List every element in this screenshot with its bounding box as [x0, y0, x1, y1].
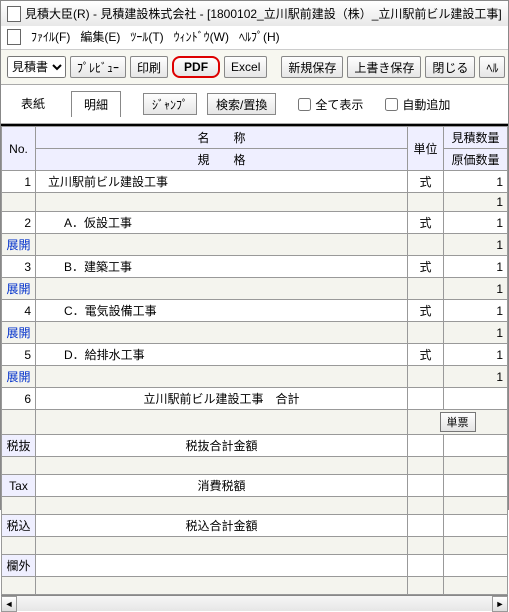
horizontal-scrollbar[interactable]: ◄ ► [1, 595, 508, 611]
row-name: 立川駅前ビル建設工事 合計 [36, 388, 408, 410]
find-replace-button[interactable]: 検索/置換 [207, 93, 276, 115]
menu-help[interactable]: ﾍﾙﾌﾟ(H) [239, 28, 280, 45]
expand-button[interactable]: 展開 [2, 278, 36, 300]
tax-text: 消費税額 [36, 475, 408, 497]
row-qty: 1 [444, 344, 508, 366]
row-qty: 1 [444, 171, 508, 193]
table-row-sub[interactable]: 展開1 [2, 278, 508, 300]
save-new-button[interactable]: 新規保存 [281, 56, 343, 78]
pdf-button[interactable]: PDF [172, 56, 220, 78]
window-title: 見積大臣(R) - 見積建設株式会社 - [1800102_立川駅前建設（株）_… [25, 5, 502, 22]
estimate-grid: No. 名 称 単位 見積数量 規 格 原価数量 1 立川駅前ビル建設工事 式 … [1, 126, 508, 595]
header-name: 名 称 [36, 127, 408, 149]
row-name: A．仮設工事 [36, 212, 408, 234]
document-icon [7, 29, 21, 45]
tab-cover[interactable]: 表紙 [9, 91, 57, 117]
table-row[interactable]: 5 D．給排水工事 式 1 [2, 344, 508, 366]
table-row-sub[interactable]: 1 [2, 193, 508, 212]
tab-detail[interactable]: 明細 [71, 91, 121, 117]
row-qty: 1 [444, 212, 508, 234]
table-row[interactable]: 2 A．仮設工事 式 1 [2, 212, 508, 234]
row-no: 4 [2, 300, 36, 322]
expand-button[interactable]: 展開 [2, 366, 36, 388]
zeikomi-text: 税込合計金額 [36, 515, 408, 537]
row-no: 5 [2, 344, 36, 366]
total-row-zeikomi: 税込 税込合計金額 [2, 515, 508, 537]
header-unit: 単位 [408, 127, 444, 171]
row-unit: 式 [408, 256, 444, 278]
zeinuki-text: 税抜合計金額 [36, 435, 408, 457]
save-overwrite-button[interactable]: 上書き保存 [347, 56, 421, 78]
zeikomi-label: 税込 [2, 515, 36, 537]
excel-button[interactable]: Excel [224, 56, 267, 78]
header-qty-cost: 原価数量 [444, 149, 508, 171]
sub-bar: 表紙 明細 ｼﾞｬﾝﾌﾟ 検索/置換 全て表示 自動追加 [1, 85, 508, 124]
zeinuki-label: 税抜 [2, 435, 36, 457]
scroll-track[interactable] [17, 596, 492, 611]
row-no: 3 [2, 256, 36, 278]
doc-type-select[interactable]: 見積書 [7, 56, 66, 78]
app-icon [7, 6, 21, 22]
header-spec: 規 格 [36, 149, 408, 171]
table-row-sub[interactable]: 展開1 [2, 366, 508, 388]
row-name: B．建築工事 [36, 256, 408, 278]
rangai-label: 欄外 [2, 555, 36, 577]
scroll-left-icon[interactable]: ◄ [1, 596, 17, 612]
row-name: D．給排水工事 [36, 344, 408, 366]
table-row[interactable]: 1 立川駅前ビル建設工事 式 1 [2, 171, 508, 193]
show-all-input[interactable] [298, 98, 311, 111]
expand-button[interactable]: 展開 [2, 234, 36, 256]
jump-button[interactable]: ｼﾞｬﾝﾌﾟ [143, 93, 197, 115]
auto-add-input[interactable] [385, 98, 398, 111]
table-row[interactable]: 3 B．建築工事 式 1 [2, 256, 508, 278]
total-row-rangai: 欄外 [2, 555, 508, 577]
table-row-sub[interactable]: 展開1 [2, 322, 508, 344]
print-button[interactable]: 印刷 [130, 56, 168, 78]
table-row[interactable]: 6 立川駅前ビル建設工事 合計 [2, 388, 508, 410]
table-row-sub[interactable]: 展開1 [2, 234, 508, 256]
header-no: No. [2, 127, 36, 171]
auto-add-checkbox[interactable]: 自動追加 [385, 96, 450, 113]
auto-add-label: 自動追加 [402, 96, 450, 113]
menu-file[interactable]: ﾌｧｲﾙ(F) [31, 28, 70, 45]
show-all-label: 全て表示 [315, 96, 363, 113]
expand-button[interactable]: 展開 [2, 322, 36, 344]
tax-label: Tax [2, 475, 36, 497]
row-no: 6 [2, 388, 36, 410]
grid-wrap: No. 名 称 単位 見積数量 規 格 原価数量 1 立川駅前ビル建設工事 式 … [1, 124, 508, 595]
preview-button[interactable]: ﾌﾟﾚﾋﾞｭｰ [70, 56, 126, 78]
toolbar: 見積書 ﾌﾟﾚﾋﾞｭｰ 印刷 PDF Excel 新規保存 上書き保存 閉じる … [1, 50, 508, 85]
row-unit: 式 [408, 300, 444, 322]
help-button[interactable]: ﾍﾙ [479, 56, 505, 78]
row-name: 立川駅前ビル建設工事 [36, 171, 408, 193]
total-row-zeinuki: 税抜 税抜合計金額 [2, 435, 508, 457]
header-qty-est: 見積数量 [444, 127, 508, 149]
row-unit: 式 [408, 344, 444, 366]
menu-bar: ﾌｧｲﾙ(F) 編集(E) ﾂｰﾙ(T) ｳｨﾝﾄﾞｳ(W) ﾍﾙﾌﾟ(H) [1, 26, 508, 50]
scroll-right-icon[interactable]: ► [492, 596, 508, 612]
row-name: C．電気設備工事 [36, 300, 408, 322]
row-qty: 1 [444, 256, 508, 278]
row-qty: 1 [444, 300, 508, 322]
row-no: 1 [2, 171, 36, 193]
menu-edit[interactable]: 編集(E) [80, 28, 120, 45]
row-no: 2 [2, 212, 36, 234]
tabset: 表紙 明細 [9, 91, 121, 117]
show-all-checkbox[interactable]: 全て表示 [298, 96, 363, 113]
title-bar: 見積大臣(R) - 見積建設株式会社 - [1800102_立川駅前建設（株）_… [1, 1, 508, 26]
row-unit: 式 [408, 171, 444, 193]
row-unit: 式 [408, 212, 444, 234]
total-row-tax: Tax 消費税額 [2, 475, 508, 497]
close-button[interactable]: 閉じる [425, 56, 475, 78]
table-row[interactable]: 4 C．電気設備工事 式 1 [2, 300, 508, 322]
table-row-sub[interactable]: 単票 [2, 410, 508, 435]
menu-window[interactable]: ｳｨﾝﾄﾞｳ(W) [174, 28, 229, 45]
menu-tool[interactable]: ﾂｰﾙ(T) [130, 28, 163, 45]
single-slip-button[interactable]: 単票 [440, 412, 476, 432]
